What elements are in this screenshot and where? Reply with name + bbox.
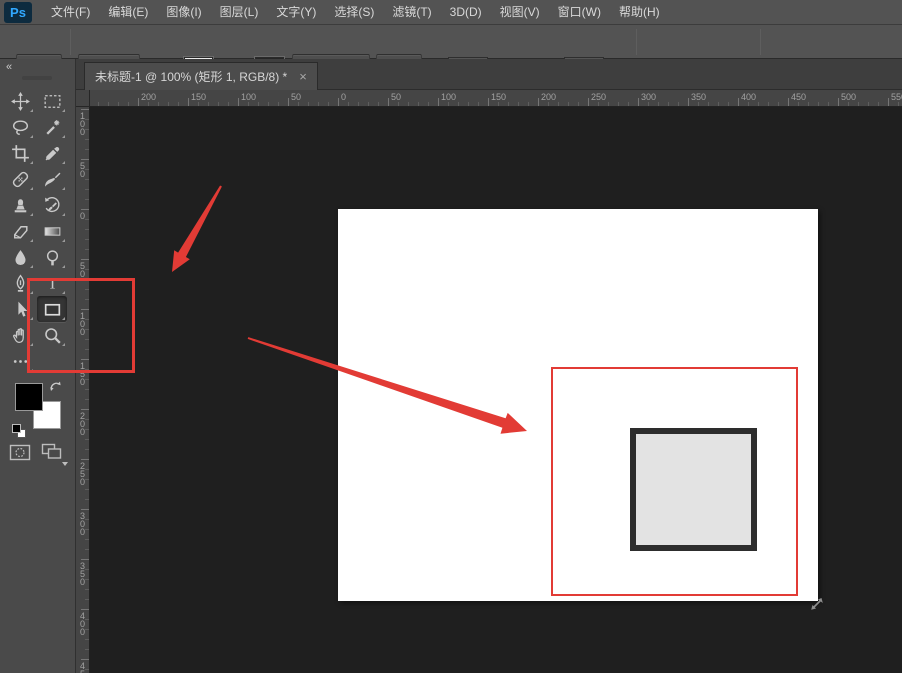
quick-mask-button[interactable] <box>9 443 31 467</box>
swap-arrows-icon <box>48 379 63 392</box>
separator <box>760 29 761 55</box>
resize-cursor-icon <box>810 597 824 616</box>
menu-item-图像[interactable]: 图像(I) <box>157 0 210 24</box>
quick-mask-icon <box>9 443 31 462</box>
flyout-indicator <box>62 187 65 190</box>
horizontal-ruler[interactable]: 2001501005005010015020025030035040045050… <box>90 90 902 107</box>
flyout-indicator <box>30 135 33 138</box>
close-tab-button[interactable]: × <box>299 71 307 83</box>
drawn-rectangle-shape <box>630 428 757 551</box>
collapse-panel-button[interactable]: « <box>6 61 11 73</box>
quick-selection-tool[interactable] <box>37 114 67 140</box>
screen-mode-button[interactable] <box>41 443 63 466</box>
crop-tool[interactable] <box>5 140 35 166</box>
flyout-indicator <box>30 317 33 320</box>
flyout-indicator <box>30 239 33 242</box>
panel-grip[interactable] <box>22 76 52 80</box>
document-tab-bar: 未标题-1 @ 100% (矩形 1, RGB/8) * × <box>76 59 902 90</box>
flyout-indicator <box>62 317 65 320</box>
menu-item-编辑[interactable]: 编辑(E) <box>99 0 157 24</box>
eyedropper-tool[interactable] <box>37 140 67 166</box>
marquee-tool[interactable] <box>37 88 67 114</box>
zoom-tool[interactable] <box>37 322 67 348</box>
flyout-indicator <box>30 265 33 268</box>
tools-panel: « T <box>0 59 76 673</box>
menu-bar: Ps 文件(F)编辑(E)图像(I)图层(L)文字(Y)选择(S)滤镜(T)3D… <box>0 0 902 25</box>
photoshop-window: Ps 文件(F)编辑(E)图像(I)图层(L)文字(Y)选择(S)滤镜(T)3D… <box>0 0 902 673</box>
tool-options-bar: 形状 填充: 描边: 5 像素 W: 125 像素 H <box>0 25 902 59</box>
brush-tool[interactable] <box>37 166 67 192</box>
flyout-indicator <box>62 135 65 138</box>
screen-mode-icon <box>41 443 63 461</box>
move-tool[interactable] <box>5 88 35 114</box>
gradient-tool[interactable] <box>37 218 67 244</box>
flyout-indicator <box>30 369 33 372</box>
rectangle-tool[interactable] <box>37 296 67 322</box>
document-tab[interactable]: 未标题-1 @ 100% (矩形 1, RGB/8) * × <box>84 62 318 90</box>
swap-colors-button[interactable] <box>48 379 63 397</box>
path-selection-tool[interactable] <box>5 296 35 322</box>
menu-item-选择[interactable]: 选择(S) <box>325 0 383 24</box>
flyout-indicator <box>30 213 33 216</box>
menu-item-窗口[interactable]: 窗口(W) <box>549 0 610 24</box>
flyout-indicator <box>62 343 65 346</box>
menu-item-3D[interactable]: 3D(D) <box>441 0 491 24</box>
menu-item-文字[interactable]: 文字(Y) <box>267 0 325 24</box>
separator <box>70 29 71 55</box>
flyout-indicator <box>62 161 65 164</box>
foreground-color-swatch[interactable] <box>15 383 43 411</box>
eraser-tool[interactable] <box>5 218 35 244</box>
flyout-indicator <box>62 239 65 242</box>
photoshop-logo: Ps <box>4 2 32 23</box>
hand-tool[interactable] <box>5 322 35 348</box>
menu-item-视图[interactable]: 视图(V) <box>491 0 549 24</box>
menu-item-文件[interactable]: 文件(F) <box>42 0 99 24</box>
clone-stamp-tool[interactable] <box>5 192 35 218</box>
flyout-indicator <box>30 291 33 294</box>
chevron-down-icon <box>62 462 68 466</box>
lasso-tool[interactable] <box>5 114 35 140</box>
history-brush-tool[interactable] <box>37 192 67 218</box>
pen-tool[interactable] <box>5 270 35 296</box>
dodge-tool[interactable] <box>37 244 67 270</box>
flyout-indicator <box>30 109 33 112</box>
flyout-indicator <box>62 213 65 216</box>
type-tool[interactable]: T <box>37 270 67 296</box>
vertical-ruler[interactable]: 1 0 05 005 01 0 01 5 02 0 02 5 03 0 03 5… <box>76 107 90 673</box>
menu-items: 文件(F)编辑(E)图像(I)图层(L)文字(Y)选择(S)滤镜(T)3D(D)… <box>42 0 669 24</box>
flyout-indicator <box>30 343 33 346</box>
menu-item-图层[interactable]: 图层(L) <box>211 0 268 24</box>
ruler-corner[interactable] <box>76 90 90 107</box>
document-tab-title: 未标题-1 @ 100% (矩形 1, RGB/8) * <box>95 68 287 85</box>
default-colors-button[interactable] <box>12 424 21 433</box>
svg-text:T: T <box>47 275 57 292</box>
flyout-indicator <box>62 265 65 268</box>
flyout-indicator <box>62 109 65 112</box>
flyout-indicator <box>30 161 33 164</box>
flyout-indicator <box>62 291 65 294</box>
healing-brush-tool[interactable] <box>5 166 35 192</box>
flyout-indicator <box>30 187 33 190</box>
menu-item-滤镜[interactable]: 滤镜(T) <box>383 0 440 24</box>
menu-item-帮助[interactable]: 帮助(H) <box>610 0 669 24</box>
separator <box>636 29 637 55</box>
edit-toolbar-ellipsis[interactable] <box>5 348 35 374</box>
blur-tool[interactable] <box>5 244 35 270</box>
